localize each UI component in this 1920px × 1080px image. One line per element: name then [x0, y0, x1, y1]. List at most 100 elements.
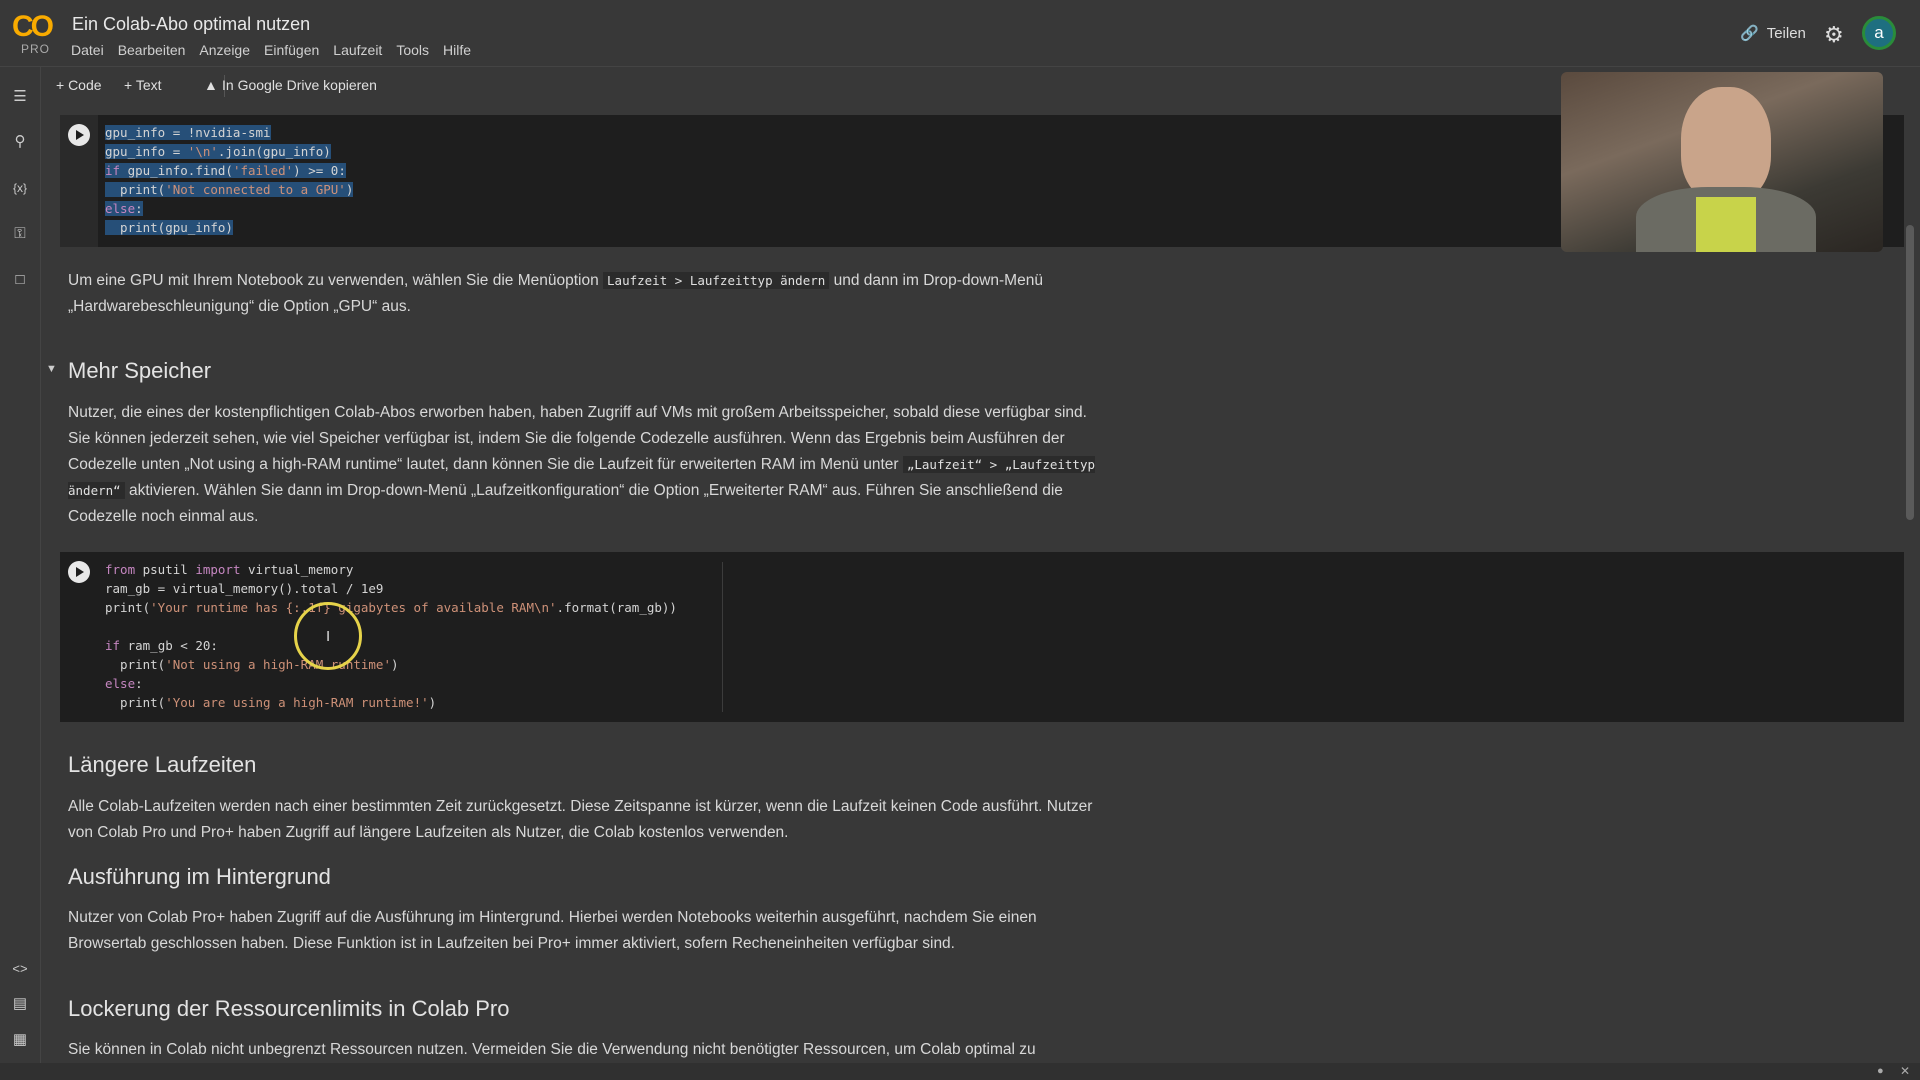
- code-token: gpu_info = !nvidia-smi: [105, 125, 271, 140]
- text-cell-gpu-info[interactable]: Um eine GPU mit Ihrem Notebook zu verwen…: [68, 268, 1098, 320]
- text-cell-memory[interactable]: Nutzer, die eines der kostenpflichtigen …: [68, 400, 1098, 530]
- code-line: print('You are using a high-RAM runtime!…: [105, 693, 677, 712]
- text-cell-longer[interactable]: Alle Colab-Laufzeiten werden nach einer …: [68, 794, 1098, 846]
- notebook-title[interactable]: Ein Colab-Abo optimal nutzen: [72, 14, 310, 35]
- gear-icon[interactable]: ⚙: [1824, 22, 1844, 48]
- menu-hilfe[interactable]: Hilfe: [443, 42, 471, 58]
- run-cell-button[interactable]: [68, 124, 90, 146]
- code-token: ram_gb = virtual_memory().total / 1e9: [105, 581, 384, 596]
- heading-hintergrund: Ausführung im Hintergrund: [68, 864, 331, 889]
- add-code-button[interactable]: + Code: [56, 77, 102, 93]
- code-token: :: [135, 201, 143, 216]
- folder-icon[interactable]: □: [8, 268, 32, 292]
- code-line: if gpu_info.find('failed') >= 0:: [105, 161, 353, 180]
- key-icon[interactable]: ⚿: [8, 222, 32, 246]
- menu-datei[interactable]: Datei: [71, 42, 104, 58]
- code-token: 'You are using a high-RAM runtime!': [165, 695, 429, 710]
- code-token: virtual_memory: [240, 562, 354, 577]
- colab-logo[interactable]: CO PRO: [12, 12, 58, 58]
- scrollbar[interactable]: [1906, 225, 1914, 520]
- code-token: print(: [105, 600, 151, 615]
- code-line: print('Not using a high-RAM runtime'): [105, 655, 677, 674]
- copy-to-drive-button[interactable]: In Google Drive kopieren: [222, 77, 377, 93]
- code-token: from: [105, 562, 136, 577]
- command-palette-icon[interactable]: ▤: [8, 992, 32, 1016]
- code-token: 'Not connected to a GPU': [165, 182, 346, 197]
- code-token: gpu_info =: [105, 144, 188, 159]
- code-token: 'Not using a high-RAM runtime': [165, 657, 391, 672]
- code-editor[interactable]: from psutil import virtual_memory ram_gb …: [105, 560, 677, 712]
- menu-bar: Datei Bearbeiten Anzeige Einfügen Laufze…: [71, 42, 471, 58]
- code-line: gpu_info = '\n'.join(gpu_info): [105, 142, 353, 161]
- menu-anzeige[interactable]: Anzeige: [199, 42, 250, 58]
- webcam-overlay: [1561, 72, 1883, 252]
- code-token: .join(gpu_info): [217, 144, 331, 159]
- run-cell-button[interactable]: [68, 561, 90, 583]
- code-line: from psutil import virtual_memory: [105, 560, 677, 579]
- left-rail: ☰ ⚲ {x} ⚿ □ <> ▤ ▦: [0, 67, 41, 1067]
- code-token: else: [105, 676, 136, 691]
- menu-bearbeiten[interactable]: Bearbeiten: [118, 42, 186, 58]
- code-token: '\n': [187, 144, 218, 159]
- menu-laufzeit[interactable]: Laufzeit: [333, 42, 382, 58]
- code-token: ): [391, 657, 399, 672]
- text-part: Um eine GPU mit Ihrem Notebook zu verwen…: [68, 272, 604, 289]
- code-editor[interactable]: gpu_info = !nvidia-smi gpu_info = '\n'.jo…: [105, 123, 354, 237]
- share-label: Teilen: [1766, 24, 1806, 42]
- code-token: psutil: [135, 562, 196, 577]
- add-text-button[interactable]: + Text: [124, 77, 162, 93]
- status-bar: ● ✕: [0, 1063, 1920, 1080]
- heading-ressourcenlimits: Lockerung der Ressourcenlimits in Colab …: [68, 996, 510, 1021]
- code-line: else:: [105, 199, 353, 218]
- code-token: print(gpu_info): [105, 220, 233, 235]
- code-token: gpu_info.find(: [120, 163, 233, 178]
- code-line: ram_gb = virtual_memory().total / 1e9: [105, 579, 677, 598]
- logo-badge: PRO: [21, 42, 51, 56]
- code-token: ram_gb < 20:: [120, 638, 218, 653]
- text-part: aktivieren. Wählen Sie dann im Drop-down…: [68, 482, 1063, 525]
- text-cursor-icon: I: [326, 628, 331, 645]
- code-token: ): [428, 695, 437, 710]
- code-line: else:: [105, 674, 677, 693]
- code-token: else: [105, 201, 136, 216]
- code-token: 'failed': [232, 163, 294, 178]
- code-token: ) >= 0:: [293, 163, 346, 178]
- code-token: ): [345, 182, 354, 197]
- menu-einfuegen[interactable]: Einfügen: [264, 42, 319, 58]
- code-line: print('Your runtime has {:.1f} gigabytes…: [105, 598, 677, 617]
- code-token: import: [195, 562, 241, 577]
- inline-code: Laufzeit > Laufzeittyp ändern: [603, 272, 830, 289]
- heading-mehr-speicher: Mehr Speicher: [68, 358, 212, 383]
- presenter-face: [1681, 87, 1771, 202]
- drive-icon: ▲: [204, 77, 218, 93]
- code-token: print(: [105, 695, 166, 710]
- editor-ruler: [722, 562, 723, 712]
- code-token: .format(ram_gb)): [556, 600, 677, 615]
- status-dot-icon: ●: [1877, 1065, 1884, 1077]
- variables-icon[interactable]: {x}: [8, 176, 32, 200]
- logo-text: CO: [12, 10, 54, 43]
- link-icon: 🔗: [1740, 25, 1759, 42]
- code-token: if: [105, 638, 121, 653]
- section-collapse-icon[interactable]: ▼: [46, 363, 57, 375]
- presenter-shirt: [1696, 197, 1756, 252]
- code-line: print('Not connected to a GPU'): [105, 180, 354, 199]
- menu-tools[interactable]: Tools: [396, 42, 429, 58]
- code-token: print(: [105, 182, 166, 197]
- text-cell-limits[interactable]: Sie können in Colab nicht unbegrenzt Res…: [68, 1037, 1098, 1063]
- search-icon[interactable]: ⚲: [8, 130, 32, 154]
- code-snippets-icon[interactable]: <>: [8, 957, 32, 981]
- avatar[interactable]: a: [1862, 16, 1896, 50]
- app-header: CO PRO Ein Colab-Abo optimal nutzen Date…: [0, 0, 1920, 67]
- terminal-icon[interactable]: ▦: [8, 1028, 32, 1052]
- code-line: print(gpu_info): [105, 218, 353, 237]
- close-icon[interactable]: ✕: [1900, 1064, 1910, 1078]
- code-token: print(: [105, 657, 166, 672]
- code-token: :: [135, 676, 143, 691]
- code-token: if: [105, 163, 121, 178]
- table-of-contents-icon[interactable]: ☰: [8, 85, 32, 109]
- heading-laengere-laufzeiten: Längere Laufzeiten: [68, 752, 257, 777]
- share-button[interactable]: 🔗 Teilen: [1740, 24, 1806, 43]
- text-cell-background[interactable]: Nutzer von Colab Pro+ haben Zugriff auf …: [68, 905, 1098, 957]
